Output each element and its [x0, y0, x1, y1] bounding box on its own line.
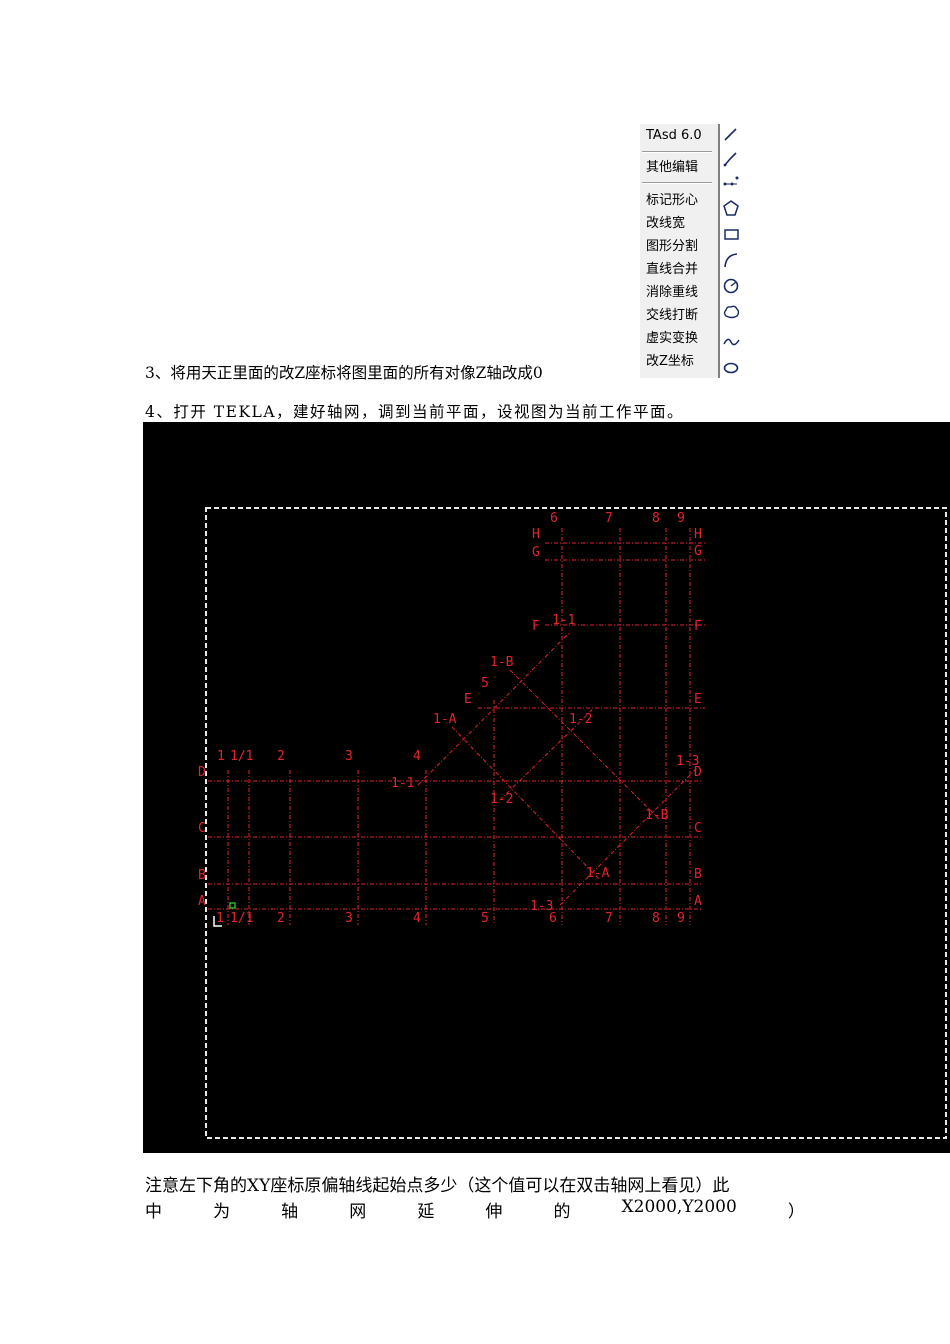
label-bottom-3: 3: [345, 911, 353, 926]
label-diag-1-2-right: 1-2: [569, 712, 592, 727]
ellipse-icon[interactable]: [722, 358, 740, 376]
note-line-1: 注意左下角的XY座标原偏轴线起始点多少（这个值可以在双击轴网上看见）此: [145, 1176, 730, 1196]
diag-line-1-B: [509, 669, 661, 821]
grid-lines: [208, 528, 705, 925]
menu-item-change-z[interactable]: 改Z坐标: [646, 354, 694, 370]
cloud-icon[interactable]: [722, 303, 740, 321]
note-word: 伸: [485, 1202, 503, 1222]
label-right-G: G: [694, 544, 702, 559]
label-diag-1-1-top: 1-1: [552, 613, 575, 628]
label-top-1-1: 1/1: [230, 749, 253, 764]
label-top-4: 4: [413, 749, 421, 764]
menu-item-merge-lines[interactable]: 直线合并: [646, 262, 698, 278]
label-diag-1-B-top: 1-B: [490, 655, 514, 670]
label-left-B: B: [198, 868, 206, 883]
label-bottom-1: 1: [216, 911, 224, 926]
label-diag-1-1-left: 1-1: [391, 776, 414, 791]
label-top-2: 2: [277, 749, 285, 764]
label-top-9: 9: [677, 511, 685, 526]
pentagon-icon[interactable]: [722, 199, 740, 217]
menu-section-other-edit[interactable]: 其他编辑: [646, 160, 698, 176]
menu-item-split-shape[interactable]: 图形分割: [646, 239, 698, 255]
label-bottom-9: 9: [677, 911, 685, 926]
label-diag-1-3-right: 1-3: [676, 754, 699, 769]
step-3-text: 3、将用天正里面的改Z座标将图里面的所有对像Z轴改成0: [145, 364, 543, 382]
menu-item-remove-duplicates[interactable]: 消除重线: [646, 285, 698, 301]
rectangle-icon[interactable]: [722, 225, 740, 243]
label-top-1: 1: [217, 749, 225, 764]
label-left-C: C: [198, 821, 206, 836]
menu-separator: [642, 182, 712, 184]
label-bottom-7: 7: [605, 911, 613, 926]
label-upper-E: E: [464, 692, 472, 707]
label-top-3: 3: [345, 749, 353, 764]
circle-icon[interactable]: [722, 277, 740, 295]
note-word: 延: [417, 1202, 435, 1222]
label-right-A: A: [694, 894, 702, 909]
line-icon[interactable]: [722, 126, 740, 144]
menu-title: TAsd 6.0: [646, 128, 702, 143]
menu-item-change-line-width[interactable]: 改线宽: [646, 216, 685, 232]
label-diag-1-3-bottom: 1-3: [530, 899, 553, 914]
grid-drawing: 1 1/1 2 3 4 6 7 8 9 1 1/1 2 3 4 5 6 7 8 …: [198, 507, 947, 1139]
label-upper-F: F: [532, 619, 540, 634]
view-frame: [205, 507, 947, 1139]
note-word: 为: [213, 1202, 231, 1222]
polyline-icon[interactable]: [722, 150, 740, 168]
label-bottom-2: 2: [277, 911, 285, 926]
note-line-2: 中 为 轴 网 延 伸 的 X2000,Y2000 ）: [145, 1197, 805, 1222]
label-right-H: H: [694, 527, 702, 542]
label-diag-1-A-top: 1-A: [433, 712, 457, 727]
menu-item-toggle-dashed[interactable]: 虚实变换: [646, 331, 698, 347]
menu-text-column: TAsd 6.0 其他编辑 标记形心 改线宽 图形分割 直线合并 消除重线 交线…: [640, 124, 716, 378]
label-diag-5: 5: [481, 676, 489, 691]
label-bottom-5: 5: [481, 911, 489, 926]
note-word: ）: [787, 1202, 805, 1222]
label-right-E: E: [694, 692, 702, 707]
label-top-7: 7: [605, 511, 613, 526]
step-4-text: 4、打开 TEKLA，建好轴网，调到当前平面，设视图为当前工作平面。: [145, 403, 685, 421]
label-diag-1-A-bottom: 1-A: [586, 866, 610, 881]
toolbar-icons: [718, 124, 742, 378]
label-bottom-1-1: 1/1: [230, 911, 253, 926]
menu-separator: [642, 151, 712, 153]
tekla-grid-view[interactable]: 1 1/1 2 3 4 6 7 8 9 1 1/1 2 3 4 5 6 7 8 …: [143, 422, 950, 1153]
note-word: 网: [349, 1202, 367, 1222]
note-offset-value: X2000,Y2000: [621, 1197, 737, 1217]
label-bottom-4: 4: [413, 911, 421, 926]
label-left-A: A: [198, 894, 206, 909]
note-word: 轴: [281, 1202, 299, 1222]
label-top-6: 6: [550, 511, 558, 526]
arc-icon[interactable]: [722, 251, 740, 269]
label-left-D: D: [198, 765, 206, 780]
menu-item-break-intersections[interactable]: 交线打断: [646, 308, 698, 324]
note-word: 的: [553, 1202, 571, 1222]
note-word: 中: [145, 1202, 162, 1222]
label-right-B: B: [694, 867, 702, 882]
spline-icon[interactable]: [722, 332, 740, 350]
label-diag-1-B-right: 1-B: [645, 808, 669, 823]
label-upper-H: H: [532, 527, 540, 542]
label-right-F: F: [694, 619, 702, 634]
menu-item-mark-centroid[interactable]: 标记形心: [646, 193, 698, 209]
label-top-8: 8: [652, 511, 660, 526]
label-diag-1-2-left: 1-2: [490, 792, 513, 807]
label-right-C: C: [694, 821, 702, 836]
label-upper-G: G: [532, 545, 540, 560]
tasd-menu: TAsd 6.0 其他编辑 标记形心 改线宽 图形分割 直线合并 消除重线 交线…: [640, 124, 742, 378]
dots-icon[interactable]: [722, 174, 740, 192]
diag-line-1-A: [451, 726, 601, 881]
label-bottom-8: 8: [652, 911, 660, 926]
